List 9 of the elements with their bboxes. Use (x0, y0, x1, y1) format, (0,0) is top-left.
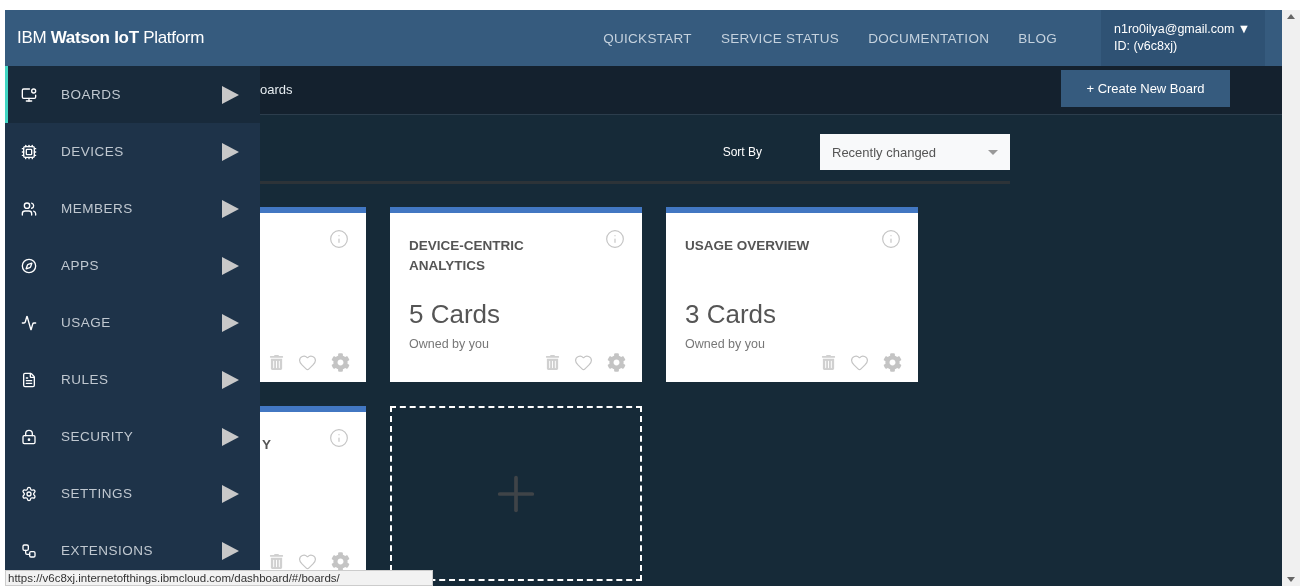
board-title: USAGE OVERVIEW (685, 237, 810, 255)
board-title: DEVICE-CENTRIC ANALYTICS (409, 237, 525, 275)
card-count: 3 Cards (685, 299, 777, 330)
board-title: Y (262, 436, 271, 454)
owner-text: Owned by you (409, 337, 489, 351)
status-url-tooltip: https://v6c8xj.internetofthings.ibmcloud.com/dashboard/#/boards/ (5, 570, 433, 586)
owner-text: Owned by you (685, 337, 765, 351)
card-count: 5 Cards (409, 299, 501, 330)
sort-label: Sort By (722, 145, 762, 159)
